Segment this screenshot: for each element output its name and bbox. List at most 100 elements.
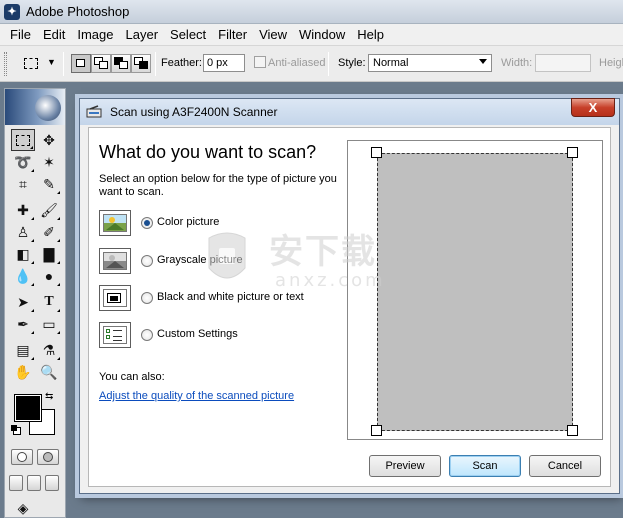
scan-option-color[interactable]: Color picture bbox=[99, 210, 329, 238]
crop-tool-icon[interactable]: ⌗ bbox=[11, 173, 35, 195]
grayscale-picture-icon bbox=[99, 248, 131, 274]
menu-filter[interactable]: Filter bbox=[212, 27, 253, 42]
height-label: Heigh bbox=[599, 57, 623, 69]
dialog-description: Select an option below for the type of p… bbox=[99, 173, 337, 198]
feather-label: Feather: bbox=[161, 57, 202, 69]
close-button[interactable]: X bbox=[571, 98, 615, 117]
color-picture-radio[interactable] bbox=[141, 217, 153, 229]
bw-picture-radio[interactable] bbox=[141, 292, 153, 304]
style-select-value: Normal bbox=[373, 57, 409, 69]
path-selection-tool-icon[interactable]: ➤ bbox=[11, 291, 35, 313]
also-label: You can also: bbox=[99, 371, 165, 383]
adjust-quality-link[interactable]: Adjust the quality of the scanned pictur… bbox=[99, 390, 294, 402]
foreground-color-swatch[interactable] bbox=[14, 394, 42, 422]
add-to-selection-button[interactable] bbox=[91, 54, 111, 73]
menu-layer[interactable]: Layer bbox=[120, 27, 165, 42]
standard-mode-button[interactable] bbox=[11, 449, 33, 465]
menu-help[interactable]: Help bbox=[351, 27, 390, 42]
marquee-preset-icon[interactable] bbox=[20, 54, 42, 74]
app-title: Adobe Photoshop bbox=[26, 4, 130, 19]
clone-stamp-tool-icon[interactable]: ♙ bbox=[11, 221, 35, 243]
move-tool-icon[interactable]: ✥ bbox=[37, 129, 61, 151]
custom-settings-icon bbox=[99, 322, 131, 348]
photoshop-icon: ✦ bbox=[4, 4, 20, 20]
dodge-tool-icon[interactable]: ● bbox=[37, 265, 61, 287]
scan-preview-pane bbox=[347, 140, 603, 440]
menu-image[interactable]: Image bbox=[71, 27, 119, 42]
lasso-tool-icon[interactable]: ➰ bbox=[11, 151, 35, 173]
bw-picture-icon bbox=[99, 285, 131, 311]
default-colors-icon[interactable] bbox=[11, 425, 21, 435]
color-picture-label: Color picture bbox=[157, 216, 220, 228]
grayscale-picture-radio[interactable] bbox=[141, 255, 153, 267]
menu-select[interactable]: Select bbox=[164, 27, 212, 42]
grayscale-picture-label: Grayscale picture bbox=[157, 254, 243, 266]
brush-tool-icon[interactable]: 🖌 bbox=[37, 199, 61, 221]
menu-file[interactable]: File bbox=[4, 27, 37, 42]
pen-tool-icon[interactable]: ✒ bbox=[11, 313, 35, 335]
menu-bar: File Edit Image Layer Select Filter View… bbox=[0, 24, 623, 46]
anti-aliased-checkbox[interactable] bbox=[254, 56, 266, 68]
hand-tool-icon[interactable]: ✋ bbox=[11, 361, 35, 383]
swap-colors-icon[interactable]: ⇆ bbox=[45, 391, 53, 402]
options-separator bbox=[328, 52, 329, 76]
subtract-from-selection-button[interactable] bbox=[111, 54, 131, 73]
scan-option-black-white[interactable]: Black and white picture or text bbox=[99, 285, 329, 313]
blur-tool-icon[interactable]: 💧 bbox=[11, 265, 35, 287]
preset-dropdown-arrow-icon[interactable]: ▼ bbox=[47, 57, 56, 67]
adobe-feather-logo-icon bbox=[35, 95, 61, 121]
screen-mode-standard-button[interactable] bbox=[9, 475, 23, 491]
new-selection-button[interactable] bbox=[71, 54, 91, 73]
eraser-tool-icon[interactable]: ◧ bbox=[11, 243, 35, 265]
options-separator bbox=[63, 52, 64, 76]
screen-mode-full-button[interactable] bbox=[45, 475, 59, 491]
app-titlebar: ✦ Adobe Photoshop bbox=[0, 0, 623, 24]
jump-to-imageready-icon[interactable]: ◈ bbox=[11, 497, 35, 518]
style-select[interactable]: Normal bbox=[368, 54, 492, 72]
notes-tool-icon[interactable]: ▤ bbox=[11, 339, 35, 361]
tool-palette-header[interactable] bbox=[5, 89, 65, 125]
width-label: Width: bbox=[501, 57, 533, 69]
chevron-down-icon bbox=[479, 59, 487, 64]
scan-option-grayscale[interactable]: Grayscale picture bbox=[99, 248, 329, 276]
magic-wand-tool-icon[interactable]: ✶ bbox=[37, 151, 61, 173]
crop-handle-top-right[interactable] bbox=[567, 147, 578, 158]
intersect-selection-button[interactable] bbox=[131, 54, 151, 73]
menu-view[interactable]: View bbox=[253, 27, 293, 42]
slice-tool-icon[interactable]: ✎ bbox=[37, 173, 61, 195]
shape-tool-icon[interactable]: ▭ bbox=[37, 313, 61, 335]
scan-region[interactable] bbox=[377, 153, 573, 431]
anti-aliased-label: Anti-aliased bbox=[268, 57, 326, 69]
bw-picture-label: Black and white picture or text bbox=[157, 291, 304, 303]
crop-handle-bottom-left[interactable] bbox=[371, 425, 382, 436]
healing-brush-tool-icon[interactable]: ✚ bbox=[11, 199, 35, 221]
type-tool-icon[interactable]: T bbox=[37, 291, 61, 313]
menu-window[interactable]: Window bbox=[293, 27, 351, 42]
tool-palette: ✥ ➰ ✶ ⌗ ✎ ✚ 🖌 ♙ ✐ ◧ ▇ 💧 ● ➤ T ✒ ▭ ▤ ⚗ ✋ … bbox=[4, 88, 66, 518]
quick-mask-mode-button[interactable] bbox=[37, 449, 59, 465]
crop-handle-top-left[interactable] bbox=[371, 147, 382, 158]
custom-settings-label: Custom Settings bbox=[157, 328, 238, 340]
options-grip[interactable] bbox=[4, 52, 7, 76]
preview-button[interactable]: Preview bbox=[369, 455, 441, 477]
crop-handle-bottom-right[interactable] bbox=[567, 425, 578, 436]
custom-settings-radio[interactable] bbox=[141, 329, 153, 341]
cancel-button[interactable]: Cancel bbox=[529, 455, 601, 477]
eyedropper-tool-icon[interactable]: ⚗ bbox=[37, 339, 61, 361]
gradient-tool-icon[interactable]: ▇ bbox=[37, 243, 61, 265]
dialog-title: Scan using A3F2400N Scanner bbox=[110, 105, 278, 119]
options-bar: ▼ Feather: Anti-aliased Style: Normal Wi… bbox=[0, 46, 623, 82]
feather-input[interactable] bbox=[203, 54, 245, 72]
dialog-heading: What do you want to scan? bbox=[99, 142, 317, 162]
dialog-titlebar[interactable]: Scan using A3F2400N Scanner X bbox=[80, 98, 619, 125]
screen-mode-menu-button[interactable] bbox=[27, 475, 41, 491]
menu-edit[interactable]: Edit bbox=[37, 27, 71, 42]
dialog-body: What do you want to scan? Select an opti… bbox=[88, 127, 611, 487]
scan-button[interactable]: Scan bbox=[449, 455, 521, 477]
style-label: Style: bbox=[338, 57, 366, 69]
history-brush-tool-icon[interactable]: ✐ bbox=[37, 221, 61, 243]
zoom-tool-icon[interactable]: 🔍 bbox=[37, 361, 61, 383]
width-input[interactable] bbox=[535, 54, 591, 72]
scan-option-custom[interactable]: Custom Settings bbox=[99, 322, 329, 350]
rectangular-marquee-tool-icon[interactable] bbox=[11, 129, 35, 151]
